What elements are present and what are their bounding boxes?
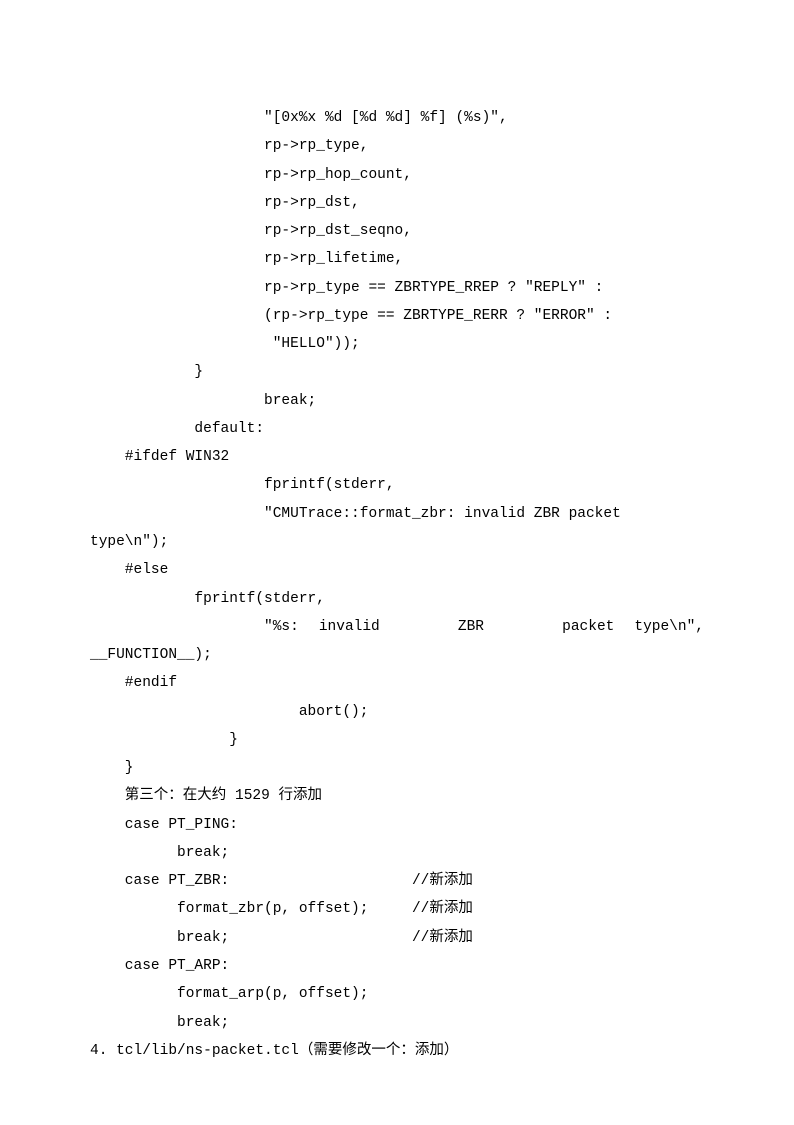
just-word: ZBR [458, 613, 484, 641]
code-line: "[0x%x %d [%d %d] %f] (%s)", [90, 104, 704, 132]
code-line: default: [90, 415, 704, 443]
code-line: case PT_ARP: [90, 952, 704, 980]
code-line: type\n"); [90, 528, 704, 556]
code-line: } [90, 726, 704, 754]
code-line: 4. tcl/lib/ns-packet.tcl（需要修改一个：添加） [90, 1037, 704, 1065]
just-left: "%s: [90, 613, 299, 641]
code-line: break; [90, 1009, 704, 1037]
code-line: rp->rp_hop_count, [90, 161, 704, 189]
code-line: __FUNCTION__); [90, 641, 704, 669]
code-line: case PT_PING: [90, 811, 704, 839]
code-line: (rp->rp_type == ZBRTYPE_RERR ? "ERROR" : [90, 302, 704, 330]
code-line: abort(); [90, 698, 704, 726]
code-line: rp->rp_type, [90, 132, 704, 160]
just-word: invalid [319, 613, 380, 641]
code-line: break; [90, 387, 704, 415]
code-line: break; [90, 839, 704, 867]
code-line: } [90, 754, 704, 782]
code-line: format_zbr(p, offset); //新添加 [90, 895, 704, 923]
document-page: "[0x%x %d [%d %d] %f] (%s)", rp->rp_type… [0, 0, 794, 1125]
code-line: rp->rp_lifetime, [90, 245, 704, 273]
just-right: type\n", [634, 613, 704, 641]
code-line: 第三个：在大约 1529 行添加 [90, 782, 704, 810]
code-line: #ifdef WIN32 [90, 443, 704, 471]
code-line: #endif [90, 669, 704, 697]
code-line: "CMUTrace::format_zbr: invalid ZBR packe… [90, 500, 704, 528]
code-line: "HELLO")); [90, 330, 704, 358]
code-line-justified: "%s: invalid ZBR packet type\n", [90, 613, 704, 641]
code-line: } [90, 358, 704, 386]
code-line: rp->rp_dst_seqno, [90, 217, 704, 245]
code-line: fprintf(stderr, [90, 585, 704, 613]
code-line: fprintf(stderr, [90, 471, 704, 499]
code-line: rp->rp_type == ZBRTYPE_RREP ? "REPLY" : [90, 274, 704, 302]
code-line: case PT_ZBR: //新添加 [90, 867, 704, 895]
code-line: format_arp(p, offset); [90, 980, 704, 1008]
just-mid: invalid ZBR packet [299, 613, 635, 641]
code-line: rp->rp_dst, [90, 189, 704, 217]
code-line: break; //新添加 [90, 924, 704, 952]
code-line: #else [90, 556, 704, 584]
just-word: packet [562, 613, 614, 641]
